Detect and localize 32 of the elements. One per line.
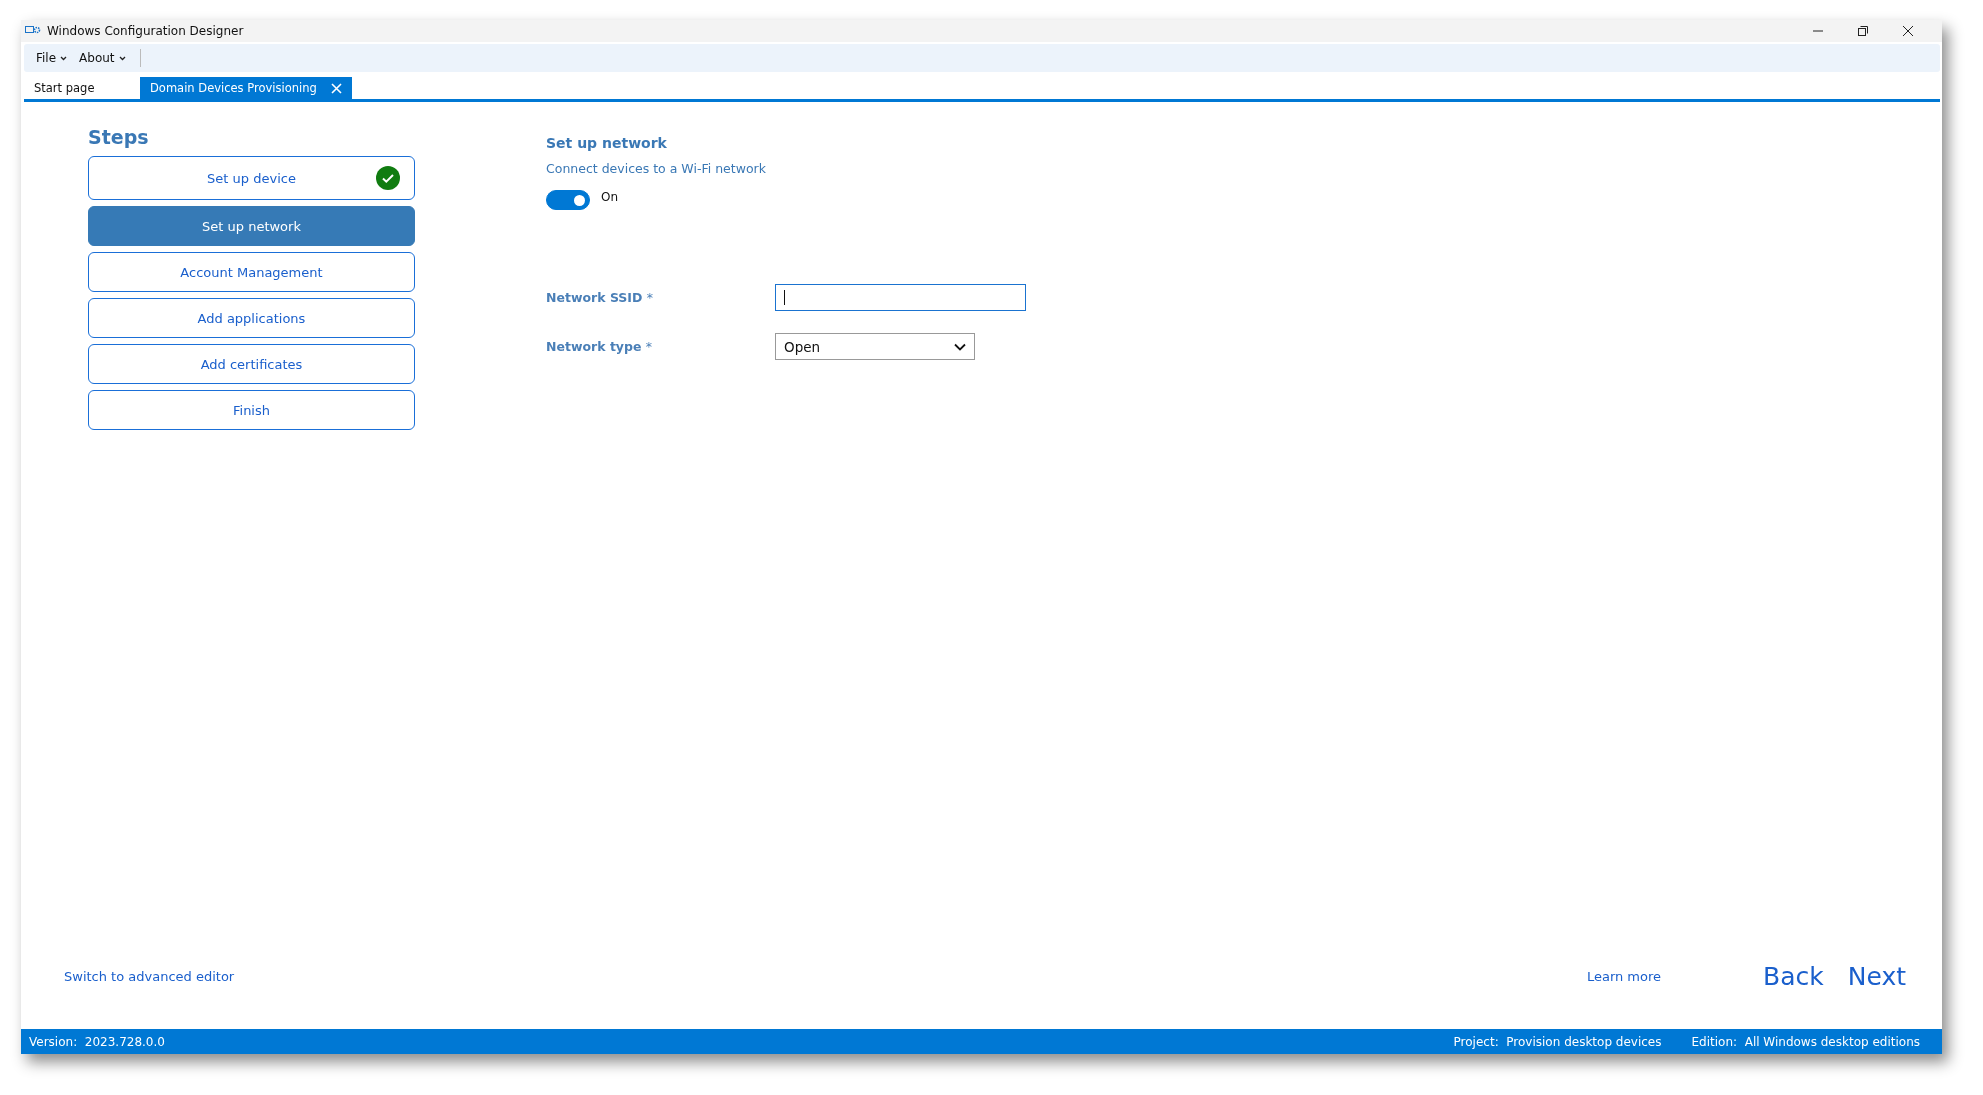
step-button[interactable]: Set up device <box>88 156 415 200</box>
window-title: Windows Configuration Designer <box>47 24 244 38</box>
section-subtitle: Connect devices to a Wi-Fi network <box>546 161 767 176</box>
back-button[interactable]: Back <box>1763 961 1824 991</box>
tab[interactable]: Start page <box>24 77 140 99</box>
project-text: Project: Provision desktop devices <box>1453 1034 1662 1049</box>
menu-item[interactable]: File <box>32 49 72 67</box>
steps-heading: Steps <box>88 126 150 148</box>
toggle-label: On <box>601 190 619 204</box>
learn-more-link[interactable]: Learn more <box>1586 968 1662 984</box>
step-button[interactable]: Finish <box>88 390 415 430</box>
field-label: Network SSID * <box>546 290 654 305</box>
dropdown[interactable]: Open <box>775 333 975 360</box>
field-label: Network type * <box>546 339 654 354</box>
next-button[interactable]: Next <box>1847 961 1906 991</box>
tab[interactable]: Domain Devices Provisioning <box>140 77 352 99</box>
step-button[interactable]: Add certificates <box>88 344 415 384</box>
toggle-switch[interactable] <box>546 190 590 210</box>
step-button[interactable]: Set up network <box>88 206 415 246</box>
step-button[interactable]: Add applications <box>88 298 415 338</box>
version-text: Version: 2023.728.0.0 <box>29 1034 165 1049</box>
chevron-down-icon <box>118 55 126 61</box>
section-title: Set up network <box>546 135 668 151</box>
chevron-down-icon <box>60 55 68 61</box>
close-icon[interactable] <box>1902 25 1914 37</box>
advanced-editor-link[interactable]: Switch to advanced editor <box>64 968 235 984</box>
input-field[interactable] <box>775 284 1026 311</box>
edition-text: Edition: All Windows desktop editions <box>1691 1034 1920 1049</box>
chevron-down-icon <box>954 342 966 351</box>
step-button[interactable]: Account Management <box>88 252 415 292</box>
restore-icon[interactable] <box>1857 25 1869 37</box>
menu-item[interactable]: About <box>75 49 130 67</box>
